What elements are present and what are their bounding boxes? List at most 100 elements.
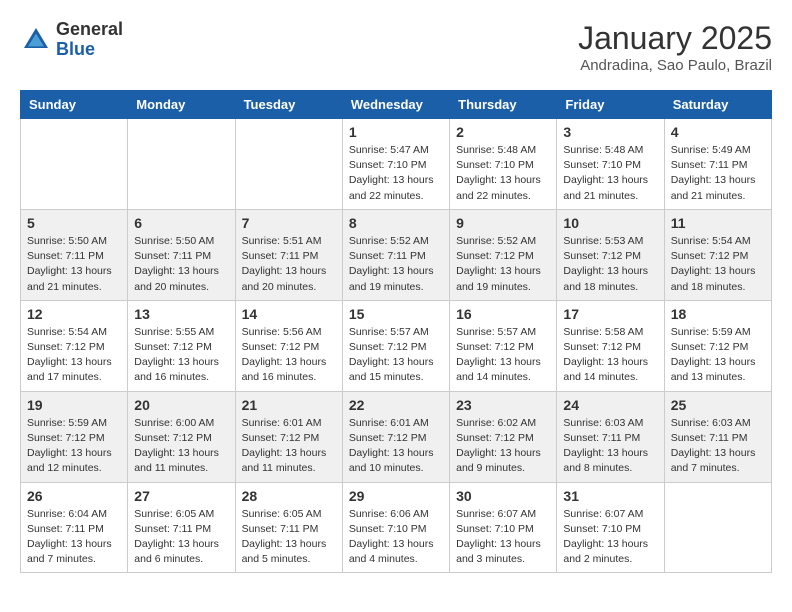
day-info: Sunrise: 5:50 AM Sunset: 7:11 PM Dayligh… bbox=[27, 234, 121, 295]
calendar-cell: 22 Sunrise: 6:01 AM Sunset: 7:12 PM Dayli… bbox=[342, 391, 449, 482]
calendar-cell: 24Sunrise: 6:03 AM Sunset: 7:11 PM Dayli… bbox=[557, 391, 664, 482]
day-info: Sunrise: 5:52 AM Sunset: 7:12 PM Dayligh… bbox=[456, 234, 550, 295]
calendar-cell: 14 Sunrise: 5:56 AM Sunset: 7:12 PM Dayli… bbox=[235, 300, 342, 391]
calendar-cell: 8 Sunrise: 5:52 AM Sunset: 7:11 PM Daylig… bbox=[342, 209, 449, 300]
day-info: Sunrise: 5:52 AM Sunset: 7:11 PM Dayligh… bbox=[349, 234, 443, 295]
calendar-cell: 9 Sunrise: 5:52 AM Sunset: 7:12 PM Daylig… bbox=[450, 209, 557, 300]
day-info: Sunrise: 6:07 AM Sunset: 7:10 PM Dayligh… bbox=[456, 507, 550, 568]
day-info: Sunrise: 5:50 AM Sunset: 7:11 PM Dayligh… bbox=[134, 234, 228, 295]
calendar-cell: 5 Sunrise: 5:50 AM Sunset: 7:11 PM Daylig… bbox=[21, 209, 128, 300]
calendar-cell: 15 Sunrise: 5:57 AM Sunset: 7:12 PM Dayli… bbox=[342, 300, 449, 391]
day-number: 27 bbox=[134, 488, 228, 504]
day-number: 29 bbox=[349, 488, 443, 504]
day-info: Sunrise: 6:01 AM Sunset: 7:12 PM Dayligh… bbox=[242, 416, 336, 477]
calendar-cell: 23 Sunrise: 6:02 AM Sunset: 7:12 PM Dayli… bbox=[450, 391, 557, 482]
calendar-cell bbox=[235, 119, 342, 210]
day-number: 17 bbox=[563, 306, 657, 322]
day-number: 8 bbox=[349, 215, 443, 231]
weekday-header-thursday: Thursday bbox=[450, 91, 557, 119]
day-info: Sunrise: 6:05 AM Sunset: 7:11 PM Dayligh… bbox=[134, 507, 228, 568]
logo: General Blue bbox=[20, 20, 123, 60]
day-info: Sunrise: 6:03 AM Sunset: 7:11 PM Dayligh… bbox=[563, 416, 657, 477]
day-number: 11 bbox=[671, 215, 765, 231]
logo-general: General bbox=[56, 19, 123, 39]
page-header: General Blue January 2025 Andradina, Sao… bbox=[20, 20, 772, 74]
calendar-cell: 2 Sunrise: 5:48 AM Sunset: 7:10 PM Daylig… bbox=[450, 119, 557, 210]
day-number: 22 bbox=[349, 397, 443, 413]
calendar-cell: 6 Sunrise: 5:50 AM Sunset: 7:11 PM Daylig… bbox=[128, 209, 235, 300]
calendar-cell: 7Sunrise: 5:51 AM Sunset: 7:11 PM Daylig… bbox=[235, 209, 342, 300]
day-number: 12 bbox=[27, 306, 121, 322]
calendar-cell: 10 Sunrise: 5:53 AM Sunset: 7:12 PM Dayli… bbox=[557, 209, 664, 300]
day-info: Sunrise: 6:05 AM Sunset: 7:11 PM Dayligh… bbox=[242, 507, 336, 568]
calendar-table: SundayMondayTuesdayWednesdayThursdayFrid… bbox=[20, 90, 772, 573]
day-number: 5 bbox=[27, 215, 121, 231]
day-info: Sunrise: 5:47 AM Sunset: 7:10 PM Dayligh… bbox=[349, 143, 443, 204]
calendar-cell: 12 Sunrise: 5:54 AM Sunset: 7:12 PM Dayli… bbox=[21, 300, 128, 391]
day-number: 10 bbox=[563, 215, 657, 231]
calendar-week-2: 5 Sunrise: 5:50 AM Sunset: 7:11 PM Daylig… bbox=[21, 209, 772, 300]
calendar-cell: 18Sunrise: 5:59 AM Sunset: 7:12 PM Dayli… bbox=[664, 300, 771, 391]
calendar-title: January 2025 bbox=[578, 20, 772, 57]
day-number: 2 bbox=[456, 124, 550, 140]
weekday-header-tuesday: Tuesday bbox=[235, 91, 342, 119]
calendar-cell: 25 Sunrise: 6:03 AM Sunset: 7:11 PM Dayli… bbox=[664, 391, 771, 482]
calendar-cell: 17 Sunrise: 5:58 AM Sunset: 7:12 PM Dayli… bbox=[557, 300, 664, 391]
calendar-cell: 27 Sunrise: 6:05 AM Sunset: 7:11 PM Dayli… bbox=[128, 482, 235, 573]
day-number: 30 bbox=[456, 488, 550, 504]
weekday-header-row: SundayMondayTuesdayWednesdayThursdayFrid… bbox=[21, 91, 772, 119]
day-info: Sunrise: 6:01 AM Sunset: 7:12 PM Dayligh… bbox=[349, 416, 443, 477]
calendar-cell: 11Sunrise: 5:54 AM Sunset: 7:12 PM Dayli… bbox=[664, 209, 771, 300]
day-info: Sunrise: 6:00 AM Sunset: 7:12 PM Dayligh… bbox=[134, 416, 228, 477]
weekday-header-wednesday: Wednesday bbox=[342, 91, 449, 119]
title-block: January 2025 Andradina, Sao Paulo, Brazi… bbox=[578, 20, 772, 74]
day-number: 28 bbox=[242, 488, 336, 504]
calendar-cell bbox=[128, 119, 235, 210]
weekday-header-friday: Friday bbox=[557, 91, 664, 119]
calendar-cell: 19 Sunrise: 5:59 AM Sunset: 7:12 PM Dayli… bbox=[21, 391, 128, 482]
day-info: Sunrise: 5:56 AM Sunset: 7:12 PM Dayligh… bbox=[242, 325, 336, 386]
weekday-header-sunday: Sunday bbox=[21, 91, 128, 119]
day-info: Sunrise: 5:55 AM Sunset: 7:12 PM Dayligh… bbox=[134, 325, 228, 386]
day-number: 13 bbox=[134, 306, 228, 322]
day-info: Sunrise: 5:48 AM Sunset: 7:10 PM Dayligh… bbox=[456, 143, 550, 204]
day-number: 6 bbox=[134, 215, 228, 231]
day-info: Sunrise: 5:49 AM Sunset: 7:11 PM Dayligh… bbox=[671, 143, 765, 204]
day-number: 23 bbox=[456, 397, 550, 413]
calendar-week-5: 26Sunrise: 6:04 AM Sunset: 7:11 PM Dayli… bbox=[21, 482, 772, 573]
calendar-week-4: 19 Sunrise: 5:59 AM Sunset: 7:12 PM Dayli… bbox=[21, 391, 772, 482]
calendar-subtitle: Andradina, Sao Paulo, Brazil bbox=[578, 57, 772, 74]
logo-text: General Blue bbox=[56, 20, 123, 60]
logo-blue: Blue bbox=[56, 39, 95, 59]
day-number: 7 bbox=[242, 215, 336, 231]
day-info: Sunrise: 5:54 AM Sunset: 7:12 PM Dayligh… bbox=[27, 325, 121, 386]
day-number: 1 bbox=[349, 124, 443, 140]
logo-icon bbox=[20, 24, 52, 56]
day-number: 9 bbox=[456, 215, 550, 231]
calendar-cell: 3Sunrise: 5:48 AM Sunset: 7:10 PM Daylig… bbox=[557, 119, 664, 210]
day-info: Sunrise: 5:57 AM Sunset: 7:12 PM Dayligh… bbox=[456, 325, 550, 386]
day-number: 3 bbox=[563, 124, 657, 140]
calendar-cell bbox=[21, 119, 128, 210]
day-info: Sunrise: 6:07 AM Sunset: 7:10 PM Dayligh… bbox=[563, 507, 657, 568]
day-info: Sunrise: 6:06 AM Sunset: 7:10 PM Dayligh… bbox=[349, 507, 443, 568]
calendar-cell: 28 Sunrise: 6:05 AM Sunset: 7:11 PM Dayli… bbox=[235, 482, 342, 573]
calendar-cell: 16 Sunrise: 5:57 AM Sunset: 7:12 PM Dayli… bbox=[450, 300, 557, 391]
day-info: Sunrise: 6:04 AM Sunset: 7:11 PM Dayligh… bbox=[27, 507, 121, 568]
calendar-cell: 26Sunrise: 6:04 AM Sunset: 7:11 PM Dayli… bbox=[21, 482, 128, 573]
calendar-cell: 1 Sunrise: 5:47 AM Sunset: 7:10 PM Daylig… bbox=[342, 119, 449, 210]
calendar-cell: 21Sunrise: 6:01 AM Sunset: 7:12 PM Dayli… bbox=[235, 391, 342, 482]
day-info: Sunrise: 6:02 AM Sunset: 7:12 PM Dayligh… bbox=[456, 416, 550, 477]
day-number: 25 bbox=[671, 397, 765, 413]
day-info: Sunrise: 5:58 AM Sunset: 7:12 PM Dayligh… bbox=[563, 325, 657, 386]
day-number: 14 bbox=[242, 306, 336, 322]
day-number: 19 bbox=[27, 397, 121, 413]
calendar-cell: 13 Sunrise: 5:55 AM Sunset: 7:12 PM Dayli… bbox=[128, 300, 235, 391]
day-info: Sunrise: 6:03 AM Sunset: 7:11 PM Dayligh… bbox=[671, 416, 765, 477]
day-info: Sunrise: 5:53 AM Sunset: 7:12 PM Dayligh… bbox=[563, 234, 657, 295]
day-number: 15 bbox=[349, 306, 443, 322]
day-info: Sunrise: 5:57 AM Sunset: 7:12 PM Dayligh… bbox=[349, 325, 443, 386]
day-number: 31 bbox=[563, 488, 657, 504]
day-info: Sunrise: 5:59 AM Sunset: 7:12 PM Dayligh… bbox=[27, 416, 121, 477]
day-number: 16 bbox=[456, 306, 550, 322]
